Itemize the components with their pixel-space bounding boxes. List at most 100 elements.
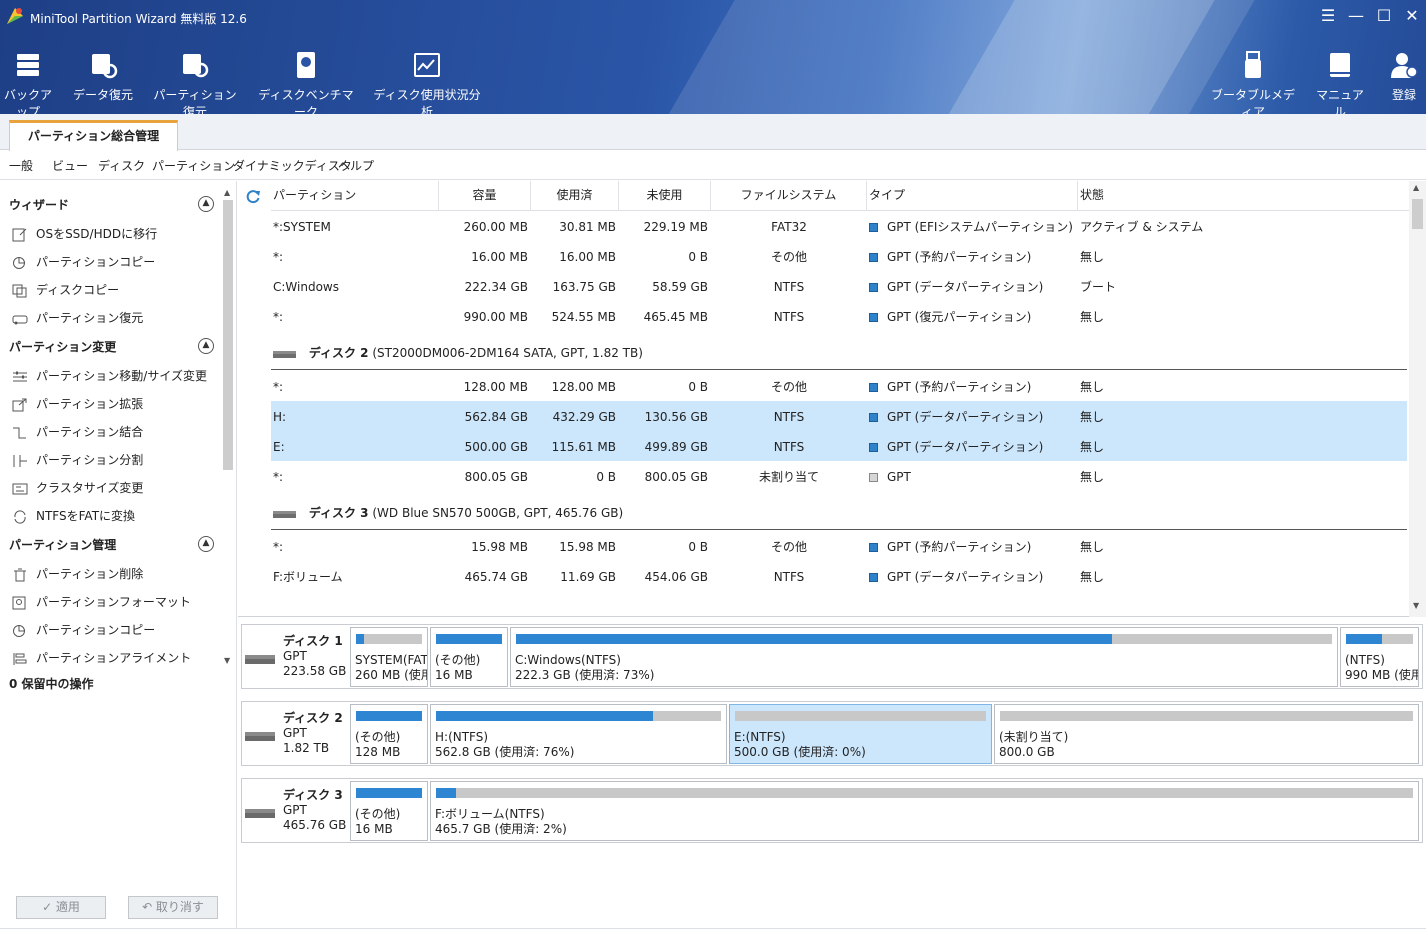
menu-general[interactable]: 一般 — [9, 157, 33, 174]
menu-dynamic-disk[interactable]: ダイナミックディスク — [233, 157, 352, 174]
cell-type: GPT (データパーティション) — [869, 410, 1074, 424]
sidebar-item-ntfs-to-fat[interactable]: NTFSをFATに変換 — [12, 507, 135, 524]
sidebar-item-delete[interactable]: パーティション削除 — [12, 565, 143, 582]
refresh-icon[interactable] — [245, 188, 261, 204]
collapse-partition-change-icon[interactable]: ▲ — [198, 338, 214, 354]
sidebar-item-merge[interactable]: パーティション結合 — [12, 423, 143, 440]
table-scrollbar[interactable]: ▲ ▼ — [1409, 181, 1426, 617]
cell-fs: その他 — [770, 540, 807, 554]
sidebar-item-align[interactable]: パーティションアライメント — [12, 649, 191, 666]
menu-view[interactable]: ビュー — [52, 157, 88, 174]
menu-help[interactable]: ヘルプ — [338, 157, 374, 174]
partition-block-text: (その他) 16 MB — [355, 807, 400, 837]
sidebar-item-migrate-os[interactable]: OSをSSD/HDDに移行 — [12, 225, 157, 242]
cell-type-text: GPT (データパーティション) — [887, 410, 1044, 424]
tab-partition-management[interactable]: パーティション総合管理 — [9, 120, 178, 151]
usage-bar — [516, 634, 1332, 644]
usage-bar — [356, 634, 422, 644]
sidebar-item-disk-copy[interactable]: ディスクコピー — [12, 281, 119, 298]
bootable-media-icon — [1245, 51, 1261, 78]
maximize-button[interactable]: ☐ — [1372, 6, 1396, 26]
toolbar-bootable-media-button[interactable]: ブータブルメディア — [1208, 50, 1298, 120]
col-type[interactable]: タイプ — [867, 181, 1078, 211]
toolbar-space-analyzer-button[interactable]: ディスク使用状況分析 — [372, 50, 482, 120]
partition-color-icon — [869, 413, 878, 422]
sidebar-item-move-resize[interactable]: パーティション移動/サイズ変更 — [12, 367, 207, 384]
sidebar-item-cluster-size[interactable]: クラスタサイズ変更 — [12, 479, 143, 496]
sidebar-item-extend[interactable]: パーティション拡張 — [12, 395, 143, 412]
partition-l2: 800.0 GB — [999, 745, 1055, 759]
partition-block[interactable]: H:(NTFS) 562.8 GB (使用済: 76%) — [430, 704, 727, 764]
partition-block[interactable]: (NTFS) 990 MB (使用 — [1340, 627, 1419, 687]
partition-block-text: (NTFS) 990 MB (使用 — [1345, 653, 1418, 683]
sidebar-item-partition-recovery[interactable]: パーティション復元 — [12, 309, 143, 326]
partition-color-icon — [869, 383, 878, 392]
cell-type: GPT (データパーティション) — [869, 280, 1074, 294]
partition-block[interactable]: C:Windows(NTFS) 222.3 GB (使用済: 73%) — [510, 627, 1338, 687]
partition-block[interactable]: E:(NTFS) 500.0 GB (使用済: 0%) — [729, 704, 992, 764]
cell-free: 130.56 GB — [644, 410, 708, 424]
toolbar-backup-button[interactable]: バックアップ — [0, 50, 56, 120]
toolbar-manual-button[interactable]: マニュアル — [1312, 50, 1368, 120]
sidebar-item-partition-copy[interactable]: パーティションコピー — [12, 253, 155, 270]
toolbar-register-button[interactable]: 登録 — [1384, 50, 1424, 103]
col-status[interactable]: 状態 — [1078, 181, 1409, 211]
cell-free: 229.19 MB — [643, 220, 708, 234]
cell-used: 15.98 MB — [559, 540, 616, 554]
partition-block[interactable]: (その他) 16 MB — [430, 627, 508, 687]
sidebar-scrollbar[interactable]: ▲ ▼ — [221, 188, 235, 668]
cell-type-text: GPT (EFIシステムパーティション) — [887, 220, 1073, 234]
menu-partition[interactable]: パーティション — [152, 157, 235, 174]
cell-name: *: — [273, 250, 284, 264]
minimize-button[interactable]: — — [1344, 6, 1368, 26]
collapse-partition-management-icon[interactable]: ▲ — [198, 536, 214, 552]
usage-bar — [1346, 634, 1413, 644]
cell-status: 無し — [1080, 310, 1105, 324]
partition-color-icon — [869, 253, 878, 262]
cell-cap: 800.05 GB — [464, 470, 528, 484]
partition-block[interactable]: (その他) 128 MB — [350, 704, 428, 764]
cell-fs: その他 — [770, 250, 807, 264]
sidebar-item-partition-copy-2[interactable]: パーティションコピー — [12, 621, 155, 638]
sidebar-item-label: パーティション分割 — [36, 453, 144, 467]
disk3-header[interactable]: ディスク 3 (WD Blue SN570 500GB, GPT, 465.76… — [271, 504, 623, 521]
align-icon — [13, 652, 27, 665]
disk-benchmark-icon — [297, 52, 315, 78]
undo-button[interactable]: ↶ 取り消す — [128, 896, 218, 919]
toolbar-partition-recovery-button[interactable]: パーティション復元 — [150, 50, 240, 120]
menu-disk[interactable]: ディスク — [98, 157, 145, 174]
sidebar-item-label: クラスタサイズ変更 — [36, 481, 144, 495]
partition-block[interactable]: F:ボリューム(NTFS) 465.7 GB (使用済: 2%) — [430, 781, 1419, 841]
usage-bar — [356, 788, 422, 798]
col-capacity[interactable]: 容量 — [439, 181, 531, 211]
cell-used: 0 B — [596, 470, 616, 484]
cell-fs: NTFS — [773, 570, 805, 584]
partition-l2: 500.0 GB (使用済: 0%) — [734, 745, 866, 759]
disk2-header[interactable]: ディスク 2 (ST2000DM006-2DM164 SATA, GPT, 1.… — [271, 344, 643, 361]
partition-l2: 260 MB (使用 — [355, 668, 428, 682]
menu-icon[interactable]: ☰ — [1316, 6, 1340, 26]
sidebar-item-label: パーティションコピー — [36, 255, 156, 269]
toolbar-disk-benchmark-button[interactable]: ディスクベンチマーク — [258, 50, 354, 120]
cell-type-text: GPT (予約パーティション) — [887, 250, 1032, 264]
col-unused[interactable]: 未使用 — [619, 181, 711, 211]
partition-block[interactable]: (未割り当て) 800.0 GB — [994, 704, 1419, 764]
partition-block-text: H:(NTFS) 562.8 GB (使用済: 76%) — [435, 730, 574, 760]
apply-button[interactable]: ✓ 適用 — [16, 896, 106, 919]
partition-block[interactable]: SYSTEM(FAT3 260 MB (使用 — [350, 627, 428, 687]
cell-cap: 222.34 GB — [464, 280, 528, 294]
close-button[interactable]: ✕ — [1400, 6, 1424, 26]
cell-cap: 128.00 MB — [463, 380, 528, 394]
cell-used: 432.29 GB — [552, 410, 616, 424]
cell-fs: NTFS — [773, 310, 805, 324]
col-filesystem[interactable]: ファイルシステム — [711, 181, 867, 211]
col-partition[interactable]: パーティション — [271, 181, 439, 211]
collapse-wizard-icon[interactable]: ▲ — [198, 196, 214, 212]
cell-status: 無し — [1080, 440, 1105, 454]
sidebar-item-split[interactable]: パーティション分割 — [12, 451, 143, 468]
toolbar-data-recovery-button[interactable]: データ復元 — [72, 50, 134, 103]
disk-style: GPT — [283, 726, 307, 740]
sidebar-item-format[interactable]: パーティションフォーマット — [12, 593, 191, 610]
partition-block[interactable]: (その他) 16 MB — [350, 781, 428, 841]
col-used[interactable]: 使用済 — [531, 181, 619, 211]
